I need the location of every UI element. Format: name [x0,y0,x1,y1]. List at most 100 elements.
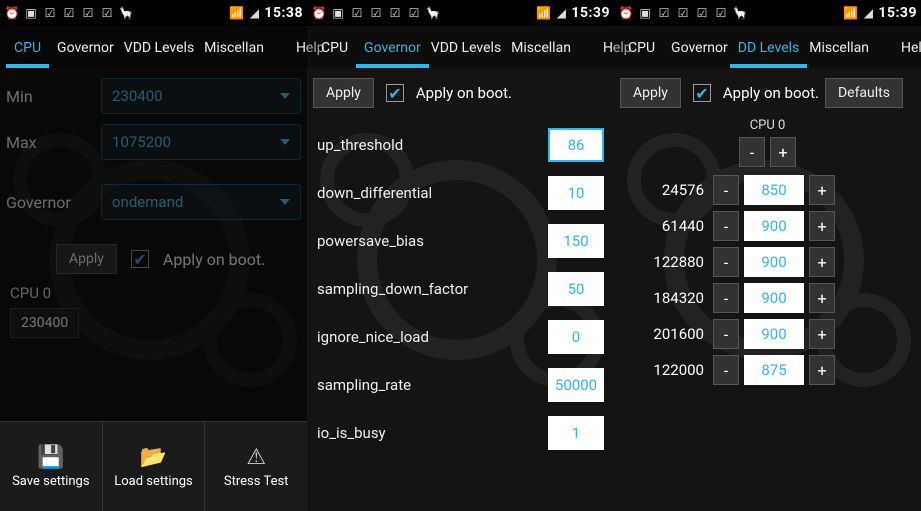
apply-on-boot-label: Apply on boot. [723,84,819,102]
signal-icon: ◢ [246,5,262,21]
wifi-icon: 📶 [228,5,244,21]
min-label: Min [6,87,101,106]
apply-button[interactable]: Apply [620,78,681,108]
tab-help[interactable]: Help [893,40,921,68]
warning-icon: ⚠ [246,445,266,470]
menu-stress-test[interactable]: ⚠ Stress Test [205,422,307,511]
apply-button[interactable]: Apply [56,244,117,274]
vdd-value[interactable]: 900 [744,247,804,277]
save-icon: 💾 [37,445,64,470]
screen-cpu: ⏰ ▣ ☑ ☑ ☑ ☑ 🦙 📶 ◢ 15:38 CPU Governor VDD… [0,0,307,511]
alarm-icon: ⏰ [4,5,20,21]
apply-on-boot-label: Apply on boot. [163,250,265,269]
vdd-plus-button[interactable]: + [809,355,835,385]
status-bar: ⏰ ▣ ☑ ☑ ☑ ☑ 🦙 📶 ◢ 15:39 [614,0,921,26]
vdd-minus-button[interactable]: - [713,175,739,205]
tab-misc[interactable]: Miscellan [801,40,877,68]
tab-governor[interactable]: Governor [663,40,736,68]
check-icon: ☑ [675,5,691,21]
app-icon: ▣ [330,5,346,21]
check-icon: ☑ [42,5,58,21]
min-spinner[interactable]: 230400 [101,78,301,114]
vdd-freq-label: 24576 [618,181,708,199]
menu-load-settings[interactable]: 📂 Load settings [103,422,206,511]
apply-on-boot-checkbox[interactable]: ✔ [131,250,149,268]
check-icon: ☑ [349,5,365,21]
max-spinner[interactable]: 1075200 [101,124,301,160]
apply-button[interactable]: Apply [313,78,374,108]
cpu0-label: CPU 0 [10,284,301,302]
status-bar: ⏰ ▣ ☑ ☑ ☑ ☑ 🦙 📶 ◢ 15:38 [0,0,307,26]
check-icon: ☑ [61,5,77,21]
vdd-minus-button[interactable]: - [713,283,739,313]
apply-on-boot-checkbox[interactable]: ✔ [386,84,404,102]
tab-misc[interactable]: Miscellan [196,40,272,68]
tab-vdd[interactable]: DD Levels [730,40,807,68]
vdd-minus-button[interactable]: - [713,319,739,349]
screen-governor: ⏰ ▣ ☑ ☑ ☑ ☑ 🦙 📶 ◢ 15:39 CPU Governor VDD… [307,0,614,511]
gov-param-input[interactable] [548,176,604,210]
vdd-minus-button[interactable]: - [713,247,739,277]
menu-stress-label: Stress Test [224,474,289,489]
vdd-plus-button[interactable]: + [809,319,835,349]
vdd-cpu-header: CPU 0 [618,118,917,133]
check-icon: ☑ [387,5,403,21]
vdd-plus-button[interactable]: + [809,211,835,241]
vdd-freq-label: 184320 [618,289,708,307]
vdd-plus-button[interactable]: + [809,175,835,205]
vdd-plus-button[interactable]: + [809,283,835,313]
vdd-minus-button[interactable]: - [713,355,739,385]
defaults-button[interactable]: Defaults [825,78,903,108]
vdd-freq-label: 122880 [618,253,708,271]
gov-param-input[interactable] [548,320,604,354]
gov-param-label: powersave_bias [317,232,424,250]
tab-vdd[interactable]: VDD Levels [116,40,202,68]
check-icon: ☑ [694,5,710,21]
tab-cpu[interactable]: CPU [6,40,49,68]
gov-param-label: sampling_down_factor [317,280,468,298]
wifi-icon: 📶 [842,5,858,21]
vdd-value[interactable]: 900 [744,319,804,349]
gov-param-label: up_threshold [317,136,403,154]
signal-icon: ◢ [860,5,876,21]
vdd-value[interactable]: 875 [744,355,804,385]
tab-cpu[interactable]: CPU [620,40,663,68]
governor-spinner[interactable]: ondemand [101,184,301,220]
gov-param-input[interactable] [548,368,604,402]
governor-label: Governor [6,193,101,212]
tab-misc[interactable]: Miscellan [503,40,579,68]
global-minus-button[interactable]: - [739,137,765,167]
check-icon: ☑ [80,5,96,21]
global-plus-button[interactable]: + [770,137,796,167]
gov-param-label: down_differential [317,184,432,202]
wifi-icon: 📶 [535,5,551,21]
apply-on-boot-checkbox[interactable]: ✔ [693,84,711,102]
vdd-value[interactable]: 850 [744,175,804,205]
vdd-value[interactable]: 900 [744,283,804,313]
tab-governor[interactable]: Governor [49,40,122,68]
vdd-minus-button[interactable]: - [713,211,739,241]
apply-on-boot-label: Apply on boot. [416,84,512,102]
gov-param-input[interactable] [548,128,604,162]
status-time: 15:39 [878,5,917,21]
tab-cpu[interactable]: CPU [313,40,356,68]
llama-icon: 🦙 [425,5,441,21]
tab-vdd[interactable]: VDD Levels [423,40,509,68]
check-icon: ☑ [406,5,422,21]
tab-governor[interactable]: Governor [356,40,429,68]
governor-params: up_threshold down_differential powersave_b… [307,118,614,511]
max-label: Max [6,133,101,152]
check-icon: ☑ [368,5,384,21]
gov-param-input[interactable] [548,416,604,450]
app-icon: ▣ [23,5,39,21]
vdd-freq-label: 201600 [618,325,708,343]
gov-param-label: sampling_rate [317,376,411,394]
app-icon: ▣ [637,5,653,21]
alarm-icon: ⏰ [618,5,634,21]
check-icon: ☑ [99,5,115,21]
menu-save-settings[interactable]: 💾 Save settings [0,422,103,511]
vdd-plus-button[interactable]: + [809,247,835,277]
vdd-value[interactable]: 900 [744,211,804,241]
gov-param-input[interactable] [548,272,604,306]
gov-param-input[interactable] [548,224,604,258]
